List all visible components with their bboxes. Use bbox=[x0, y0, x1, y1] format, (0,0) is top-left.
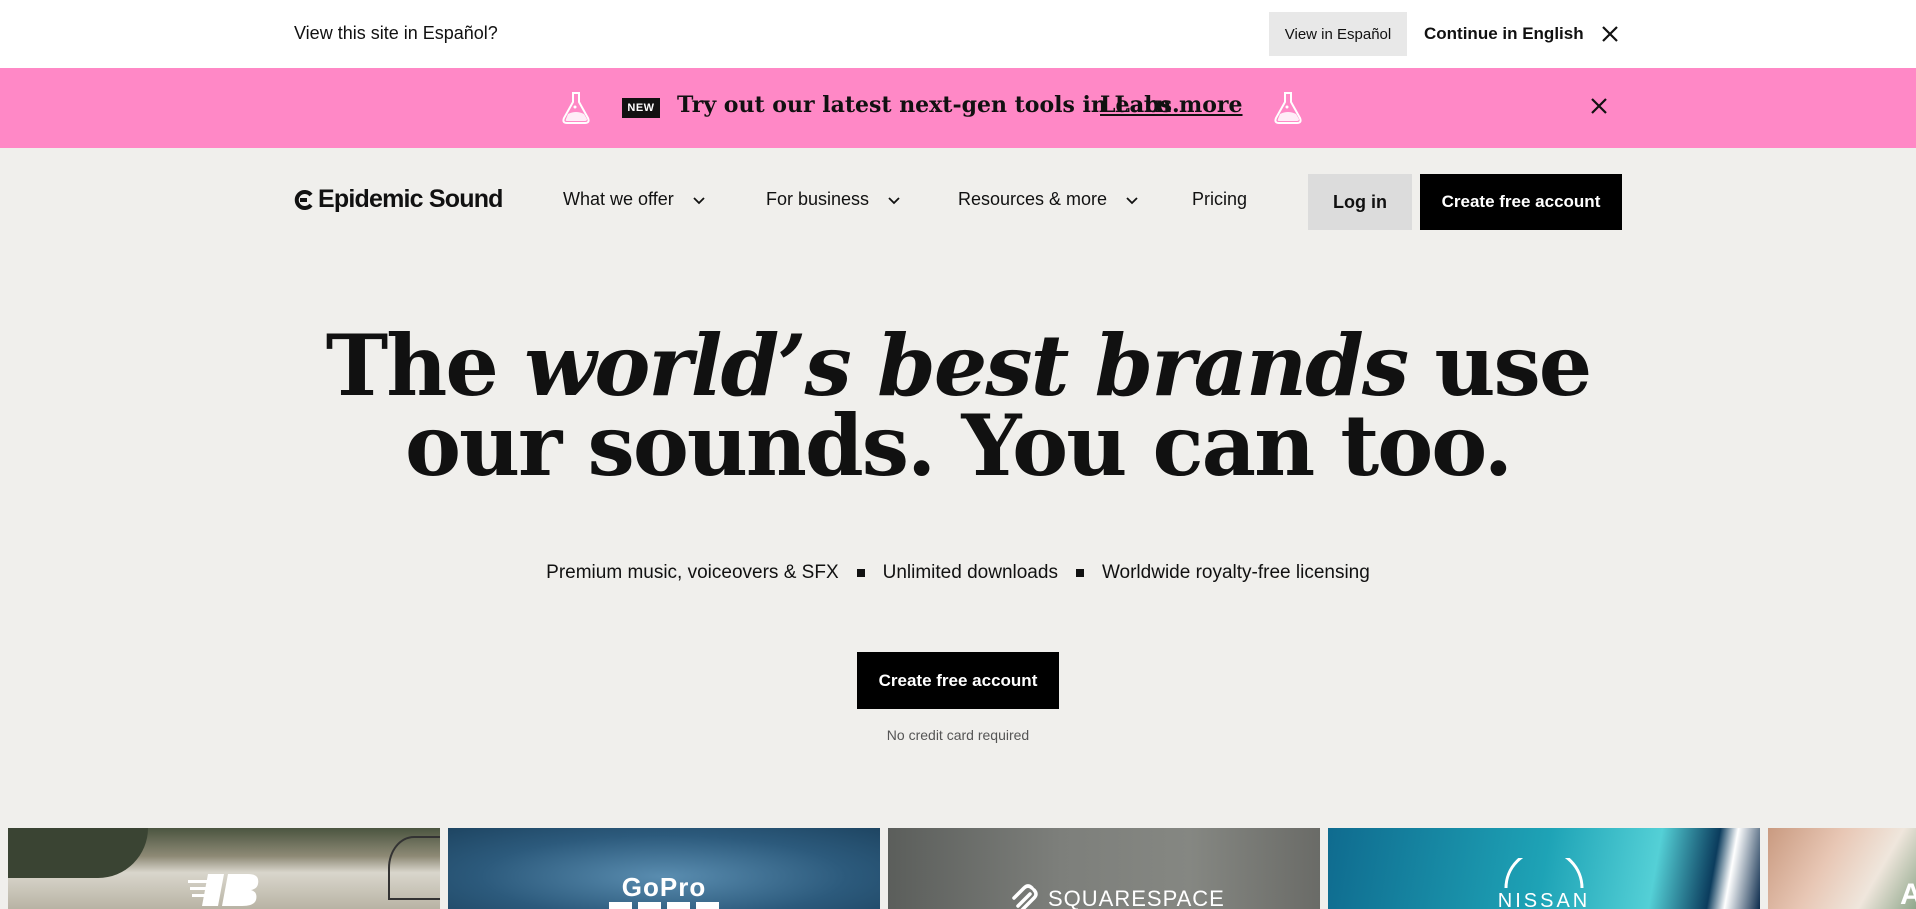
nav-label: Resources & more bbox=[958, 189, 1108, 209]
hero-title-line2: our sounds. You can too. bbox=[404, 396, 1513, 495]
close-icon[interactable] bbox=[1587, 94, 1611, 118]
nav-label: Pricing bbox=[1192, 189, 1248, 209]
hero-title: The world’s best brands use our sounds. Y… bbox=[0, 324, 1916, 488]
squarespace-logo-text: SQUARESPACE bbox=[1048, 886, 1225, 909]
language-bar: View this site in Español? View in Españ… bbox=[0, 0, 1916, 68]
chevron-down-icon bbox=[693, 196, 705, 204]
logo-text: Epidemic Sound bbox=[318, 185, 503, 213]
feature-item: Worldwide royalty-free licensing bbox=[1101, 562, 1370, 583]
create-account-button[interactable]: Create free account bbox=[1420, 174, 1622, 230]
flask-icon bbox=[562, 92, 590, 124]
nav-resources[interactable]: Resources & more bbox=[958, 189, 1139, 210]
chevron-down-icon bbox=[888, 196, 900, 204]
bullet-square-icon bbox=[856, 569, 865, 577]
nissan-logo-text: NISSAN bbox=[1497, 890, 1591, 909]
brand-tile-new-balance[interactable] bbox=[8, 828, 440, 909]
new-balance-logo-icon bbox=[188, 874, 259, 906]
continue-in-english-button[interactable]: Continue in English bbox=[1410, 12, 1598, 56]
login-button[interactable]: Log in bbox=[1308, 174, 1412, 230]
feature-list: Premium music, voiceovers & SFX Unlimite… bbox=[0, 562, 1916, 584]
squarespace-logo-icon bbox=[1012, 884, 1038, 909]
epidemic-sound-logo-icon bbox=[294, 189, 313, 210]
gopro-bars-icon bbox=[609, 902, 719, 909]
brand-tile-gopro[interactable]: GoPro bbox=[448, 828, 880, 909]
nav-label: For business bbox=[766, 189, 870, 209]
nav-pricing[interactable]: Pricing bbox=[1192, 189, 1247, 210]
chevron-down-icon bbox=[1126, 196, 1138, 204]
no-credit-card-note: No credit card required bbox=[886, 727, 1030, 743]
nav-label: What we offer bbox=[563, 189, 674, 209]
feature-item: Unlimited downloads bbox=[882, 562, 1058, 583]
nav-what-we-offer[interactable]: What we offer bbox=[563, 189, 706, 210]
flask-icon bbox=[1274, 92, 1302, 124]
new-badge: NEW bbox=[622, 98, 660, 118]
main-nav: Epidemic Sound What we offer For busines… bbox=[0, 148, 1916, 256]
hero-create-account-button[interactable]: Create free account bbox=[857, 652, 1059, 709]
brand-tile-partial[interactable]: A bbox=[1768, 828, 1916, 909]
learn-more-link[interactable]: Learn more bbox=[1100, 92, 1243, 118]
gopro-logo: GoPro bbox=[621, 872, 707, 902]
close-icon[interactable] bbox=[1598, 22, 1622, 46]
nav-for-business[interactable]: For business bbox=[766, 189, 901, 210]
brand-tile-nissan[interactable]: NISSAN bbox=[1328, 828, 1760, 909]
feature-item: Premium music, voiceovers & SFX bbox=[546, 562, 839, 583]
partial-logo-text: A bbox=[1900, 878, 1916, 909]
language-question: View this site in Español? bbox=[294, 23, 498, 43]
brand-tile-squarespace[interactable]: SQUARESPACE bbox=[888, 828, 1320, 909]
view-in-spanish-button[interactable]: View in Español bbox=[1269, 12, 1407, 56]
bullet-square-icon bbox=[1075, 569, 1084, 577]
promo-banner: NEW Try out our latest next-gen tools in… bbox=[0, 68, 1916, 148]
logo[interactable]: Epidemic Sound bbox=[294, 185, 503, 214]
